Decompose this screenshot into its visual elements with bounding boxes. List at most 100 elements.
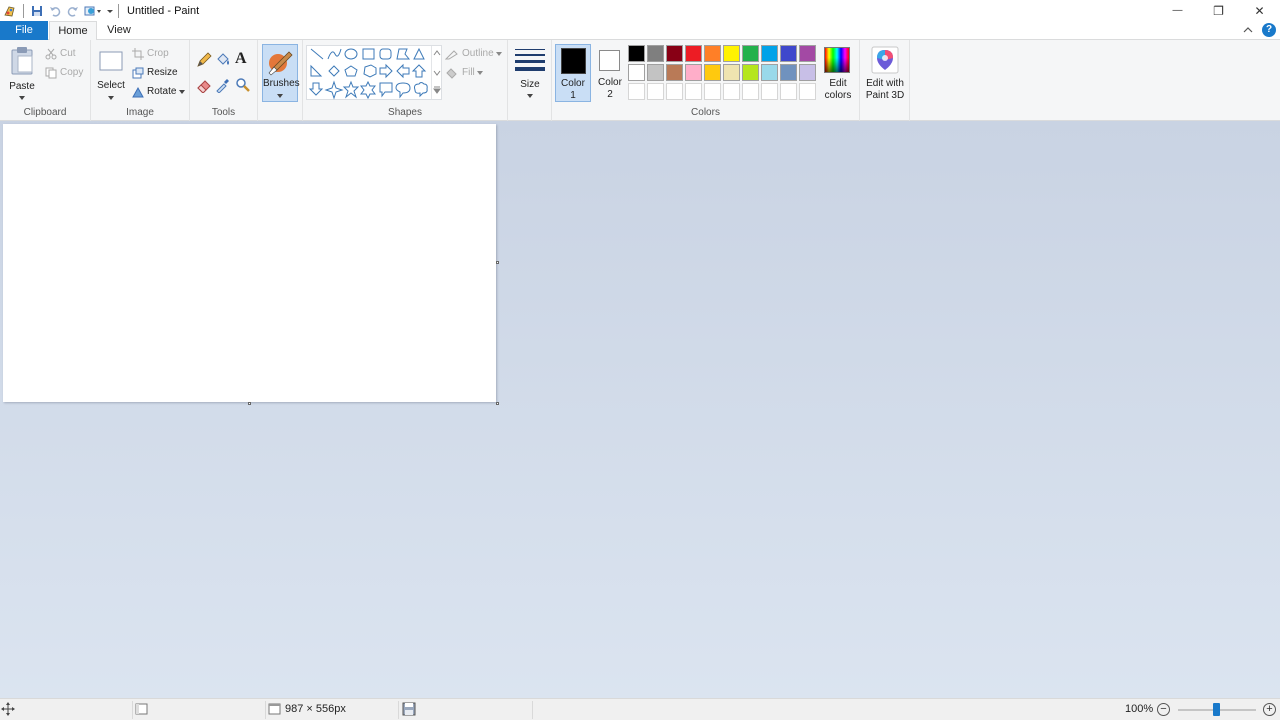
color-picker-tool[interactable] xyxy=(215,77,231,94)
save-icon[interactable] xyxy=(28,2,46,20)
palette-swatch[interactable] xyxy=(742,45,759,62)
edit-with-paint3d-button[interactable]: Edit with Paint 3D xyxy=(862,44,908,102)
palette-swatch[interactable] xyxy=(723,45,740,62)
scroll-down-icon[interactable] xyxy=(433,70,441,76)
shapes-gallery-icons[interactable] xyxy=(307,46,443,101)
paint-app-icon[interactable] xyxy=(1,2,19,20)
status-divider xyxy=(532,701,533,719)
shapes-group-label: Shapes xyxy=(388,107,422,118)
palette-swatch[interactable] xyxy=(685,45,702,62)
drawing-canvas[interactable] xyxy=(3,124,496,402)
select-label: Select xyxy=(97,80,125,91)
eyedropper-icon xyxy=(216,79,229,94)
palette-swatch[interactable] xyxy=(704,64,721,81)
customize-quick-access-icon[interactable] xyxy=(104,2,116,20)
redo-icon[interactable] xyxy=(64,2,82,20)
help-icon[interactable]: ? xyxy=(1262,23,1276,37)
custom-color-slot[interactable] xyxy=(628,83,645,100)
zoom-slider-thumb[interactable] xyxy=(1213,703,1220,716)
minimize-button[interactable]: — xyxy=(1157,0,1198,21)
copy-button[interactable]: Copy xyxy=(45,64,83,81)
edit-colors-line1: Edit xyxy=(829,78,847,89)
palette-swatch[interactable] xyxy=(761,64,778,81)
undo-icon[interactable] xyxy=(46,2,64,20)
custom-color-slot[interactable] xyxy=(704,83,721,100)
palette-swatch[interactable] xyxy=(723,64,740,81)
right-triangle-shape-icon xyxy=(310,64,323,77)
expand-gallery-icon[interactable] xyxy=(433,86,441,94)
edit-colors-button[interactable]: Edit colors xyxy=(818,44,858,102)
size-button[interactable]: Size xyxy=(512,44,548,102)
tab-file[interactable]: File xyxy=(0,21,48,40)
cut-button[interactable]: Cut xyxy=(45,45,76,62)
outline-dropdown-icon[interactable] xyxy=(495,51,502,56)
text-tool[interactable]: A xyxy=(235,50,251,68)
brush-icon xyxy=(268,51,293,76)
fill-button[interactable]: Fill xyxy=(445,64,486,81)
size-dropdown-icon[interactable] xyxy=(527,94,533,98)
rotate-dropdown-icon[interactable] xyxy=(179,89,186,94)
palette-swatch[interactable] xyxy=(761,45,778,62)
curve-shape-icon xyxy=(327,48,342,60)
resize-handle-bottom[interactable] xyxy=(248,402,251,405)
up-arrow-shape-icon xyxy=(411,64,427,78)
window-title: Untitled - Paint xyxy=(127,4,200,17)
crop-button[interactable]: Crop xyxy=(132,45,169,62)
outline-button[interactable]: Outline xyxy=(445,45,505,62)
collapse-ribbon-icon[interactable] xyxy=(1242,24,1256,38)
palette-swatch[interactable] xyxy=(666,64,683,81)
custom-color-slot[interactable] xyxy=(799,83,816,100)
resize-icon xyxy=(132,67,144,78)
paste-dropdown-icon[interactable] xyxy=(19,96,25,100)
resize-label: Resize xyxy=(147,67,178,78)
select-dropdown-icon[interactable] xyxy=(108,96,114,100)
color2-button[interactable]: Color 2 xyxy=(592,44,628,102)
magnifier-tool[interactable] xyxy=(235,77,251,93)
palette-swatch[interactable] xyxy=(780,64,797,81)
file-size-icon xyxy=(402,702,416,716)
brushes-button[interactable]: Brushes xyxy=(262,44,300,102)
paste-button[interactable]: Paste xyxy=(7,44,37,102)
shapes-scrollbar[interactable] xyxy=(431,46,441,99)
color1-label-line1: Color xyxy=(561,78,585,89)
custom-color-slot[interactable] xyxy=(647,83,664,100)
palette-swatch[interactable] xyxy=(685,64,702,81)
resize-handle-corner[interactable] xyxy=(496,402,499,405)
custom-color-slot[interactable] xyxy=(723,83,740,100)
pencil-tool[interactable] xyxy=(196,52,212,68)
custom-color-slot[interactable] xyxy=(761,83,778,100)
palette-swatch[interactable] xyxy=(742,64,759,81)
custom-color-slot[interactable] xyxy=(780,83,797,100)
palette-swatch[interactable] xyxy=(628,64,645,81)
select-button[interactable]: Select xyxy=(96,44,126,102)
zoom-in-button[interactable]: + xyxy=(1263,703,1276,716)
resize-handle-right[interactable] xyxy=(496,261,499,264)
eraser-tool[interactable] xyxy=(196,77,212,94)
fill-tool[interactable] xyxy=(215,52,231,68)
palette-swatch[interactable] xyxy=(647,64,664,81)
brushes-dropdown-icon[interactable] xyxy=(277,94,283,98)
rotate-button[interactable]: Rotate xyxy=(132,83,188,100)
custom-color-slot[interactable] xyxy=(742,83,759,100)
palette-swatch[interactable] xyxy=(799,64,816,81)
palette-swatch[interactable] xyxy=(780,45,797,62)
palette-swatch[interactable] xyxy=(628,45,645,62)
six-point-star-shape-icon xyxy=(360,80,376,100)
palette-swatch[interactable] xyxy=(647,45,664,62)
custom-color-slot[interactable] xyxy=(685,83,702,100)
palette-swatch[interactable] xyxy=(704,45,721,62)
fill-dropdown-icon[interactable] xyxy=(476,70,483,75)
custom-color-slot[interactable] xyxy=(666,83,683,100)
zoom-out-button[interactable]: − xyxy=(1157,703,1170,716)
tab-view[interactable]: View xyxy=(100,21,138,40)
paint-3d-quick-icon[interactable] xyxy=(82,2,104,20)
restore-button[interactable]: ❐ xyxy=(1198,0,1239,21)
close-button[interactable]: ✕ xyxy=(1239,0,1280,21)
tab-home[interactable]: Home xyxy=(49,21,97,41)
palette-swatch[interactable] xyxy=(666,45,683,62)
triangle-shape-icon xyxy=(413,47,425,60)
resize-button[interactable]: Resize xyxy=(132,64,178,81)
color1-button[interactable]: Color 1 xyxy=(555,44,591,102)
scroll-up-icon[interactable] xyxy=(433,50,441,56)
palette-swatch[interactable] xyxy=(799,45,816,62)
